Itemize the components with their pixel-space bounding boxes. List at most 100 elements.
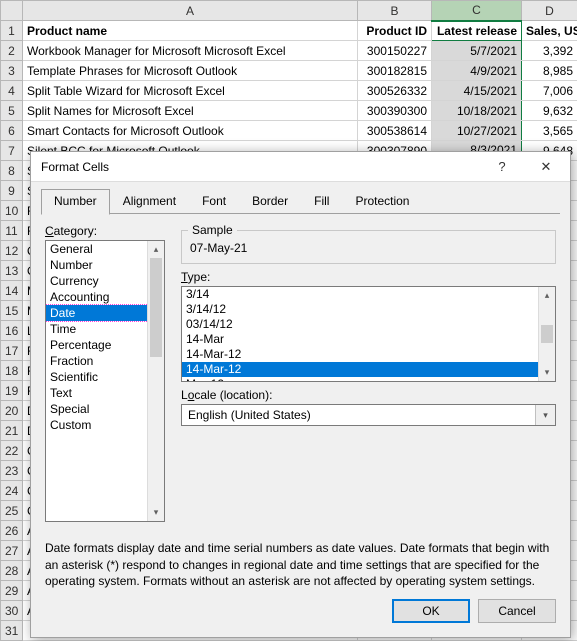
cell[interactable]: 3,392 — [522, 41, 577, 61]
row-header[interactable]: 14 — [1, 281, 23, 301]
category-listbox[interactable]: GeneralNumberCurrencyAccountingDateTimeP… — [45, 240, 165, 522]
row-header[interactable]: 1 — [1, 21, 23, 41]
cell[interactable]: 4/15/2021 — [432, 81, 522, 101]
cell[interactable]: Sales, USD — [522, 21, 577, 41]
type-item[interactable]: 14-Mar — [182, 332, 555, 347]
row-header[interactable]: 20 — [1, 401, 23, 421]
type-item[interactable]: 3/14 — [182, 287, 555, 302]
cancel-button[interactable]: Cancel — [478, 599, 556, 623]
scrollbar[interactable]: ▴ ▾ — [538, 287, 555, 381]
row-header[interactable]: 7 — [1, 141, 23, 161]
table-row: 6Smart Contacts for Microsoft Outlook300… — [1, 121, 577, 141]
row-header[interactable]: 12 — [1, 241, 23, 261]
cell[interactable]: 4/9/2021 — [432, 61, 522, 81]
close-button[interactable]: ✕ — [524, 153, 568, 181]
cell[interactable]: 300182815 — [358, 61, 432, 81]
row-header[interactable]: 23 — [1, 461, 23, 481]
row-header[interactable]: 10 — [1, 201, 23, 221]
row-header[interactable]: 5 — [1, 101, 23, 121]
row-header[interactable]: 19 — [1, 381, 23, 401]
col-header-D[interactable]: D — [522, 1, 577, 21]
cell[interactable]: Workbook Manager for Microsoft Microsoft… — [23, 41, 358, 61]
row-header[interactable]: 28 — [1, 561, 23, 581]
scroll-down-icon[interactable]: ▾ — [148, 504, 164, 521]
dialog-tabs: NumberAlignmentFontBorderFillProtection — [31, 182, 570, 214]
cell[interactable]: 5/7/2021 — [432, 41, 522, 61]
row-header[interactable]: 9 — [1, 181, 23, 201]
type-item[interactable]: Mar-12 — [182, 377, 555, 382]
header-data-row: 1 Product name Product ID Latest release… — [1, 21, 577, 41]
cell[interactable]: 8,985 — [522, 61, 577, 81]
row-header[interactable]: 8 — [1, 161, 23, 181]
chevron-down-icon[interactable]: ▾ — [535, 405, 555, 425]
cell[interactable]: Template Phrases for Microsoft Outlook — [23, 61, 358, 81]
tab-border[interactable]: Border — [239, 189, 301, 215]
locale-combobox[interactable]: English (United States) ▾ — [181, 404, 556, 426]
type-item[interactable]: 14-Mar-12 — [182, 362, 555, 377]
cell[interactable]: Smart Contacts for Microsoft Outlook — [23, 121, 358, 141]
tab-number[interactable]: Number — [41, 189, 110, 215]
locale-label: Locale (location): — [181, 388, 556, 402]
row-header[interactable]: 6 — [1, 121, 23, 141]
help-button[interactable]: ? — [480, 153, 524, 181]
cell[interactable]: 10/18/2021 — [432, 101, 522, 121]
type-listbox[interactable]: 3/143/14/1203/14/1214-Mar14-Mar-1214-Mar… — [181, 286, 556, 382]
scroll-down-icon[interactable]: ▾ — [539, 364, 555, 381]
col-header-C[interactable]: C — [432, 1, 522, 21]
type-item[interactable]: 3/14/12 — [182, 302, 555, 317]
row-header[interactable]: 29 — [1, 581, 23, 601]
row-header[interactable]: 30 — [1, 601, 23, 621]
tab-font[interactable]: Font — [189, 189, 239, 215]
format-description: Date formats display date and time seria… — [31, 528, 570, 595]
cell[interactable]: 7,006 — [522, 81, 577, 101]
row-header[interactable]: 26 — [1, 521, 23, 541]
cell[interactable]: 300390300 — [358, 101, 432, 121]
row-header[interactable]: 27 — [1, 541, 23, 561]
sample-groupbox: Sample 07-May-21 — [181, 230, 556, 264]
scroll-up-icon[interactable]: ▴ — [148, 241, 164, 258]
cell[interactable]: 3,565 — [522, 121, 577, 141]
tab-alignment[interactable]: Alignment — [110, 189, 189, 215]
cell[interactable]: Split Table Wizard for Microsoft Excel — [23, 81, 358, 101]
tab-fill[interactable]: Fill — [301, 189, 342, 215]
row-header[interactable]: 24 — [1, 481, 23, 501]
col-header-A[interactable]: A — [23, 1, 358, 21]
row-header[interactable]: 25 — [1, 501, 23, 521]
cell[interactable]: 10/27/2021 — [432, 121, 522, 141]
cell[interactable]: 9,632 — [522, 101, 577, 121]
row-header[interactable]: 16 — [1, 321, 23, 341]
row-header[interactable]: 13 — [1, 261, 23, 281]
dialog-titlebar[interactable]: Format Cells ? ✕ — [31, 152, 570, 182]
table-row: 2Workbook Manager for Microsoft Microsof… — [1, 41, 577, 61]
type-item[interactable]: 14-Mar-12 — [182, 347, 555, 362]
row-header[interactable]: 3 — [1, 61, 23, 81]
scrollbar[interactable]: ▴ ▾ — [147, 241, 164, 521]
sample-value: 07-May-21 — [190, 241, 547, 255]
row-header[interactable]: 17 — [1, 341, 23, 361]
row-header[interactable]: 21 — [1, 421, 23, 441]
scroll-up-icon[interactable]: ▴ — [539, 287, 555, 304]
cell[interactable]: 300538614 — [358, 121, 432, 141]
table-row: 4Split Table Wizard for Microsoft Excel3… — [1, 81, 577, 101]
table-row: 5Split Names for Microsoft Excel30039030… — [1, 101, 577, 121]
cell[interactable]: 300150227 — [358, 41, 432, 61]
table-row: 3Template Phrases for Microsoft Outlook3… — [1, 61, 577, 81]
row-header[interactable]: 4 — [1, 81, 23, 101]
cell[interactable]: Product ID — [358, 21, 432, 41]
type-item[interactable]: 03/14/12 — [182, 317, 555, 332]
row-header[interactable]: 22 — [1, 441, 23, 461]
cell[interactable]: Split Names for Microsoft Excel — [23, 101, 358, 121]
col-header-B[interactable]: B — [358, 1, 432, 21]
cell[interactable]: 300526332 — [358, 81, 432, 101]
row-header[interactable]: 11 — [1, 221, 23, 241]
cell[interactable]: Product name — [23, 21, 358, 41]
cell[interactable]: Latest release — [432, 21, 522, 41]
ok-button[interactable]: OK — [392, 599, 470, 623]
type-label: Type: — [181, 270, 556, 284]
row-header[interactable]: 2 — [1, 41, 23, 61]
row-header[interactable]: 31 — [1, 621, 23, 641]
row-header[interactable]: 18 — [1, 361, 23, 381]
tab-protection[interactable]: Protection — [342, 189, 422, 215]
row-header[interactable]: 15 — [1, 301, 23, 321]
select-all-corner[interactable] — [1, 1, 23, 21]
